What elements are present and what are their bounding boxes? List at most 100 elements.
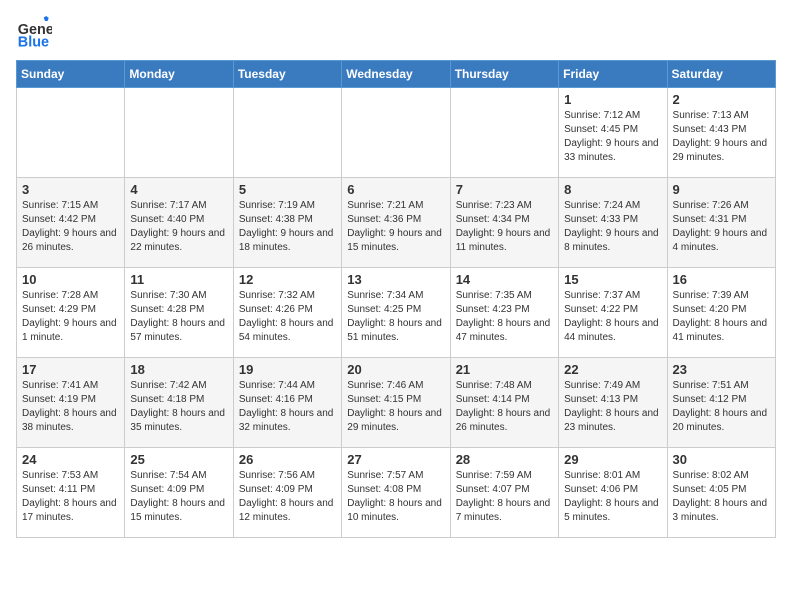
day-info: Sunrise: 7:32 AM Sunset: 4:26 PM Dayligh… <box>239 289 336 345</box>
day-info: Sunrise: 7:17 AM Sunset: 4:40 PM Dayligh… <box>130 199 227 255</box>
day-info: Sunrise: 7:44 AM Sunset: 4:16 PM Dayligh… <box>239 379 336 435</box>
day-number: 2 <box>673 92 770 107</box>
weekday-header-monday: Monday <box>125 61 233 88</box>
day-info: Sunrise: 7:35 AM Sunset: 4:23 PM Dayligh… <box>456 289 553 345</box>
day-number: 28 <box>456 452 553 467</box>
day-info: Sunrise: 7:42 AM Sunset: 4:18 PM Dayligh… <box>130 379 227 435</box>
day-info: Sunrise: 7:46 AM Sunset: 4:15 PM Dayligh… <box>347 379 444 435</box>
day-info: Sunrise: 7:49 AM Sunset: 4:13 PM Dayligh… <box>564 379 661 435</box>
day-number: 12 <box>239 272 336 287</box>
calendar-table: SundayMondayTuesdayWednesdayThursdayFrid… <box>16 60 776 538</box>
calendar-cell: 19 Sunrise: 7:44 AM Sunset: 4:16 PM Dayli… <box>233 358 341 448</box>
day-info: Sunrise: 7:51 AM Sunset: 4:12 PM Dayligh… <box>673 379 770 435</box>
day-info: Sunrise: 7:53 AM Sunset: 4:11 PM Dayligh… <box>22 469 119 525</box>
calendar-cell: 1 Sunrise: 7:12 AM Sunset: 4:45 PM Daylig… <box>559 88 667 178</box>
day-number: 8 <box>564 182 661 197</box>
calendar-cell <box>125 88 233 178</box>
day-number: 19 <box>239 362 336 377</box>
calendar-cell: 8 Sunrise: 7:24 AM Sunset: 4:33 PM Daylig… <box>559 178 667 268</box>
calendar-cell: 3 Sunrise: 7:15 AM Sunset: 4:42 PM Daylig… <box>17 178 125 268</box>
day-number: 27 <box>347 452 444 467</box>
calendar-cell: 2 Sunrise: 7:13 AM Sunset: 4:43 PM Daylig… <box>667 88 775 178</box>
day-info: Sunrise: 7:23 AM Sunset: 4:34 PM Dayligh… <box>456 199 553 255</box>
day-number: 20 <box>347 362 444 377</box>
calendar-cell: 29 Sunrise: 8:01 AM Sunset: 4:06 PM Dayli… <box>559 448 667 538</box>
day-number: 25 <box>130 452 227 467</box>
calendar-cell: 30 Sunrise: 8:02 AM Sunset: 4:05 PM Dayli… <box>667 448 775 538</box>
day-info: Sunrise: 7:15 AM Sunset: 4:42 PM Dayligh… <box>22 199 119 255</box>
day-number: 23 <box>673 362 770 377</box>
day-number: 11 <box>130 272 227 287</box>
day-info: Sunrise: 7:57 AM Sunset: 4:08 PM Dayligh… <box>347 469 444 525</box>
day-info: Sunrise: 7:54 AM Sunset: 4:09 PM Dayligh… <box>130 469 227 525</box>
calendar-cell: 23 Sunrise: 7:51 AM Sunset: 4:12 PM Dayli… <box>667 358 775 448</box>
calendar-cell: 20 Sunrise: 7:46 AM Sunset: 4:15 PM Dayli… <box>342 358 450 448</box>
calendar-cell: 27 Sunrise: 7:57 AM Sunset: 4:08 PM Dayli… <box>342 448 450 538</box>
calendar-cell: 6 Sunrise: 7:21 AM Sunset: 4:36 PM Daylig… <box>342 178 450 268</box>
calendar-cell: 12 Sunrise: 7:32 AM Sunset: 4:26 PM Dayli… <box>233 268 341 358</box>
calendar-cell: 21 Sunrise: 7:48 AM Sunset: 4:14 PM Dayli… <box>450 358 558 448</box>
calendar-cell: 24Sunrise: 7:53 AM Sunset: 4:11 PM Dayli… <box>17 448 125 538</box>
logo-icon: General Blue <box>16 16 52 52</box>
day-info: Sunrise: 7:19 AM Sunset: 4:38 PM Dayligh… <box>239 199 336 255</box>
weekday-header-sunday: Sunday <box>17 61 125 88</box>
day-number: 17 <box>22 362 119 377</box>
calendar-cell: 14 Sunrise: 7:35 AM Sunset: 4:23 PM Dayli… <box>450 268 558 358</box>
day-info: Sunrise: 7:13 AM Sunset: 4:43 PM Dayligh… <box>673 109 770 165</box>
day-number: 13 <box>347 272 444 287</box>
calendar-cell: 7 Sunrise: 7:23 AM Sunset: 4:34 PM Daylig… <box>450 178 558 268</box>
calendar-cell <box>233 88 341 178</box>
day-info: Sunrise: 8:01 AM Sunset: 4:06 PM Dayligh… <box>564 469 661 525</box>
day-number: 5 <box>239 182 336 197</box>
day-info: Sunrise: 7:48 AM Sunset: 4:14 PM Dayligh… <box>456 379 553 435</box>
weekday-header-tuesday: Tuesday <box>233 61 341 88</box>
calendar-cell: 11Sunrise: 7:30 AM Sunset: 4:28 PM Dayli… <box>125 268 233 358</box>
day-number: 26 <box>239 452 336 467</box>
day-number: 30 <box>673 452 770 467</box>
day-number: 22 <box>564 362 661 377</box>
day-number: 21 <box>456 362 553 377</box>
weekday-header-friday: Friday <box>559 61 667 88</box>
day-info: Sunrise: 8:02 AM Sunset: 4:05 PM Dayligh… <box>673 469 770 525</box>
calendar-cell: 4 Sunrise: 7:17 AM Sunset: 4:40 PM Daylig… <box>125 178 233 268</box>
calendar-cell: 9 Sunrise: 7:26 AM Sunset: 4:31 PM Daylig… <box>667 178 775 268</box>
svg-text:Blue: Blue <box>18 35 49 51</box>
day-info: Sunrise: 7:59 AM Sunset: 4:07 PM Dayligh… <box>456 469 553 525</box>
day-number: 10 <box>22 272 119 287</box>
page-header: General Blue <box>16 16 776 52</box>
calendar-cell <box>450 88 558 178</box>
calendar-cell: 26Sunrise: 7:56 AM Sunset: 4:09 PM Dayli… <box>233 448 341 538</box>
weekday-header-wednesday: Wednesday <box>342 61 450 88</box>
calendar-cell: 25 Sunrise: 7:54 AM Sunset: 4:09 PM Dayli… <box>125 448 233 538</box>
day-number: 7 <box>456 182 553 197</box>
day-number: 15 <box>564 272 661 287</box>
day-info: Sunrise: 7:24 AM Sunset: 4:33 PM Dayligh… <box>564 199 661 255</box>
day-number: 1 <box>564 92 661 107</box>
calendar-cell: 28 Sunrise: 7:59 AM Sunset: 4:07 PM Dayli… <box>450 448 558 538</box>
day-info: Sunrise: 7:41 AM Sunset: 4:19 PM Dayligh… <box>22 379 119 435</box>
day-number: 14 <box>456 272 553 287</box>
day-info: Sunrise: 7:28 AM Sunset: 4:29 PM Dayligh… <box>22 289 119 345</box>
weekday-header-saturday: Saturday <box>667 61 775 88</box>
day-info: Sunrise: 7:26 AM Sunset: 4:31 PM Dayligh… <box>673 199 770 255</box>
day-number: 4 <box>130 182 227 197</box>
day-info: Sunrise: 7:37 AM Sunset: 4:22 PM Dayligh… <box>564 289 661 345</box>
logo: General Blue <box>16 16 56 52</box>
calendar-cell: 16 Sunrise: 7:39 AM Sunset: 4:20 PM Dayli… <box>667 268 775 358</box>
day-info: Sunrise: 7:39 AM Sunset: 4:20 PM Dayligh… <box>673 289 770 345</box>
calendar-cell: 18Sunrise: 7:42 AM Sunset: 4:18 PM Dayli… <box>125 358 233 448</box>
weekday-header-thursday: Thursday <box>450 61 558 88</box>
calendar-cell: 22 Sunrise: 7:49 AM Sunset: 4:13 PM Dayli… <box>559 358 667 448</box>
day-info: Sunrise: 7:21 AM Sunset: 4:36 PM Dayligh… <box>347 199 444 255</box>
calendar-cell: 5 Sunrise: 7:19 AM Sunset: 4:38 PM Daylig… <box>233 178 341 268</box>
day-number: 3 <box>22 182 119 197</box>
day-number: 29 <box>564 452 661 467</box>
day-number: 16 <box>673 272 770 287</box>
day-number: 6 <box>347 182 444 197</box>
calendar-cell <box>17 88 125 178</box>
day-info: Sunrise: 7:34 AM Sunset: 4:25 PM Dayligh… <box>347 289 444 345</box>
day-info: Sunrise: 7:12 AM Sunset: 4:45 PM Dayligh… <box>564 109 661 165</box>
calendar-cell: 17 Sunrise: 7:41 AM Sunset: 4:19 PM Dayli… <box>17 358 125 448</box>
calendar-cell: 10 Sunrise: 7:28 AM Sunset: 4:29 PM Dayli… <box>17 268 125 358</box>
day-number: 9 <box>673 182 770 197</box>
